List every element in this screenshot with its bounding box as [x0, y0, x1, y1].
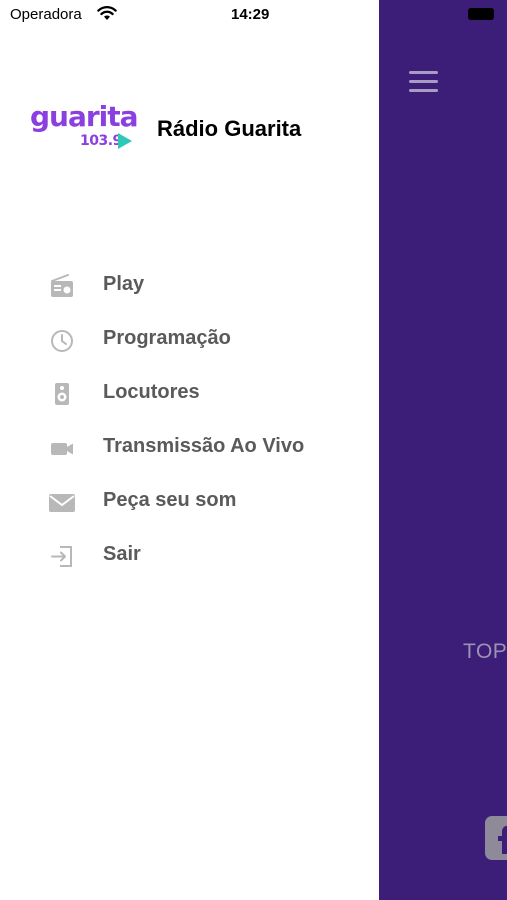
app-title: Rádio Guarita: [157, 116, 302, 141]
menu-item-peca-seu-som[interactable]: Peça seu som: [0, 476, 379, 530]
facebook-icon[interactable]: [485, 816, 507, 860]
logo-wordmark: guarita: [30, 100, 139, 133]
menu-hamburger-icon[interactable]: [409, 71, 439, 93]
logo-play-icon: [118, 133, 132, 149]
menu-label: Transmissão Ao Vivo: [103, 435, 305, 457]
clock-time: 14:29: [231, 6, 270, 23]
main-content-pane: TOP: [379, 0, 507, 900]
wifi-icon: [97, 5, 117, 26]
video-camera-icon: [48, 434, 76, 462]
menu-label: Peça seu som: [103, 489, 237, 511]
battery-icon: [468, 8, 494, 20]
drawer-header: guarita 103.9 Rádio Guarita: [30, 100, 360, 154]
menu-label: Programação: [103, 327, 231, 349]
speaker-icon: [48, 380, 76, 408]
menu-label: Locutores: [103, 381, 200, 403]
menu-item-transmissao-ao-vivo[interactable]: Transmissão Ao Vivo: [0, 422, 379, 476]
logo-frequency: 103.9: [80, 133, 122, 149]
top-section-label: TOP: [463, 640, 507, 663]
side-drawer: Operadora 14:29 guarita 103.9 Rádio Guar…: [0, 0, 379, 900]
radio-icon: [48, 272, 76, 300]
menu-item-sair[interactable]: Sair: [0, 530, 379, 584]
clock-icon: [48, 326, 76, 354]
menu-item-locutores[interactable]: Locutores: [0, 368, 379, 422]
menu-label: Sair: [103, 543, 141, 565]
carrier-name: Operadora: [10, 6, 82, 23]
menu-item-programacao[interactable]: Programação: [0, 314, 379, 368]
envelope-icon: [48, 488, 76, 516]
brand-logo: guarita 103.9: [30, 100, 140, 154]
menu-label: Play: [103, 273, 145, 295]
sign-out-icon: [48, 542, 76, 570]
status-bar: Operadora 14:29: [0, 0, 379, 30]
drawer-menu: Play Programação Locutores Transmissão A…: [0, 260, 379, 584]
menu-item-play[interactable]: Play: [0, 260, 379, 314]
